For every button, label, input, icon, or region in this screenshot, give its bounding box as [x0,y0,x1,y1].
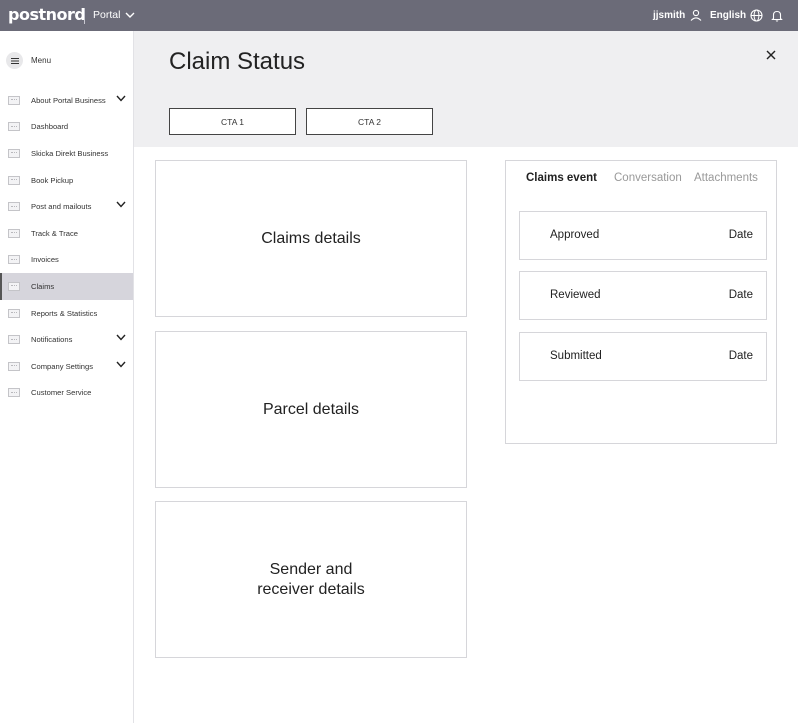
sidebar-item-company-settings[interactable]: Company Settings [0,353,133,380]
event-label: Submitted [550,350,602,362]
sidebar: Menu About Portal Business Dashboard Ski… [0,31,134,723]
sidebar-item-book-pickup[interactable]: Book Pickup [0,167,133,194]
globe-icon [750,9,763,22]
sidebar-item-label: Notifications [31,335,73,345]
sidebar-item-customer-service[interactable]: Customer Service [0,380,133,407]
notifications-button[interactable] [771,9,783,27]
chevron-down-icon[interactable] [116,334,126,341]
sidebar-item-label: Company Settings [31,361,94,371]
sidebar-item-label: Dashboard [31,122,69,132]
sender-receiver-title-line2: receiver details [257,580,365,598]
portal-label: Portal [93,9,121,21]
sidebar-item-invoices[interactable]: Invoices [0,247,133,274]
cta-1-button[interactable]: CTA 1 [169,108,296,135]
menu-toggle[interactable]: Menu [6,52,51,69]
sidebar-item-label: Post and mailouts [31,202,92,212]
chevron-down-icon [125,12,135,18]
placeholder-icon [8,335,20,345]
tab-conversation[interactable]: Conversation [614,172,682,184]
placeholder-icon [8,361,20,371]
sidebar-item-label: Skicka Direkt Business [31,148,109,158]
sender-receiver-title-line1: Sender and [269,560,353,578]
sender-receiver-title: Sender and receiver details [257,560,365,600]
close-button[interactable] [766,47,776,65]
tab-attachments[interactable]: Attachments [694,172,758,184]
postnord-logo[interactable]: postnord [8,5,86,24]
cta-2-button[interactable]: CTA 2 [306,108,433,135]
sidebar-item-dashboard[interactable]: Dashboard [0,114,133,141]
sidebar-item-label: Book Pickup [31,175,74,185]
placeholder-icon [8,175,20,185]
placeholder-icon [8,255,20,265]
parcel-details-card: Parcel details [155,331,467,488]
chevron-down-icon[interactable] [116,95,126,102]
sidebar-item-label: Reports & Statistics [31,308,98,318]
sidebar-item-claims[interactable]: Claims [0,273,133,300]
event-date: Date [728,229,753,241]
sidebar-item-label: Claims [31,281,55,291]
language-selector[interactable]: English [710,9,763,22]
sender-receiver-details-card: Sender and receiver details [155,501,467,658]
tab-claims-event[interactable]: Claims event [526,172,597,184]
placeholder-icon [8,281,20,291]
logo-divider [84,8,85,24]
sidebar-item-reports-and-statistics[interactable]: Reports & Statistics [0,300,133,327]
sidebar-item-post-and-mailouts[interactable]: Post and mailouts [0,193,133,220]
placeholder-icon [8,202,20,212]
placeholder-icon [8,148,20,158]
event-item-submitted[interactable]: Submitted Date [519,332,767,381]
sidebar-item-label: About Portal Business [31,95,106,105]
placeholder-icon [8,308,20,318]
event-label: Reviewed [550,289,601,301]
language-label: English [710,10,747,21]
portal-switcher[interactable]: Portal [93,9,135,21]
user-menu[interactable]: jjsmith [653,9,702,21]
claims-details-title: Claims details [261,229,361,247]
sidebar-item-label: Track & Trace [31,228,78,238]
claims-details-card: Claims details [155,160,467,317]
top-bar: postnord Portal jjsmith English [0,0,798,31]
sidebar-item-label: Customer Service [31,388,92,398]
event-date: Date [728,350,753,362]
event-item-reviewed[interactable]: Reviewed Date [519,271,767,320]
close-icon [766,50,776,60]
sidebar-item-skicka-direkt-business[interactable]: Skicka Direkt Business [0,140,133,167]
sidebar-nav: About Portal Business Dashboard Skicka D… [0,87,133,406]
sidebar-item-about-portal-business[interactable]: About Portal Business [0,87,133,114]
page-title: Claim Status [169,48,306,75]
claims-events-panel: Claims event Conversation Attachments Ap… [505,160,777,444]
event-label: Approved [550,229,600,241]
chevron-down-icon[interactable] [116,361,126,368]
sidebar-item-notifications[interactable]: Notifications [0,326,133,353]
user-icon [690,9,702,21]
placeholder-icon [8,388,20,398]
event-item-approved[interactable]: Approved Date [519,211,767,260]
bell-icon [771,10,783,22]
chevron-down-icon[interactable] [116,201,126,208]
sidebar-item-track-and-trace[interactable]: Track & Trace [0,220,133,247]
page-header: Claim Status CTA 1 CTA 2 [134,31,798,147]
placeholder-icon [8,228,20,238]
sidebar-item-label: Invoices [31,255,59,265]
parcel-details-title: Parcel details [262,400,360,418]
menu-label: Menu [31,56,52,65]
event-date: Date [728,289,753,301]
placeholder-icon [8,122,20,132]
username: jjsmith [653,9,686,21]
hamburger-icon [6,52,23,69]
placeholder-icon [8,95,20,105]
